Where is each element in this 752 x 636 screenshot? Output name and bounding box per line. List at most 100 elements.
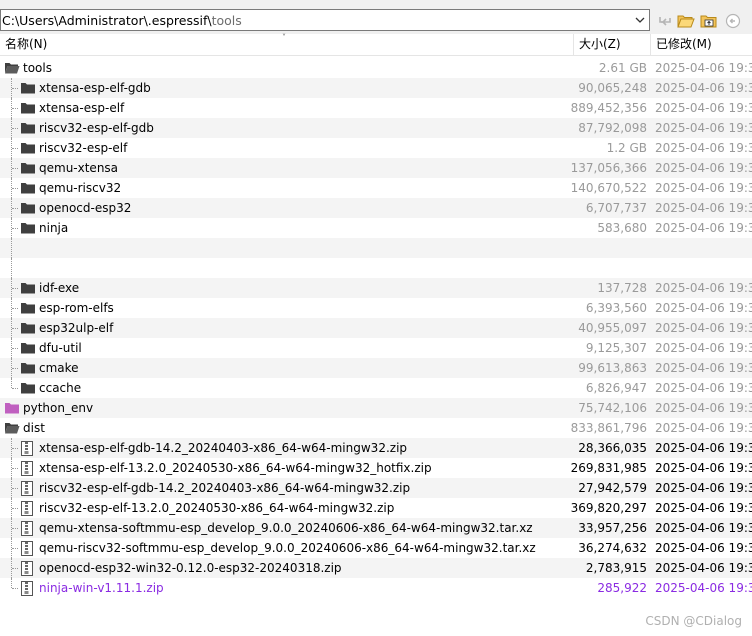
folder-row[interactable]: python_env 75,742,106 2025-04-06 19:37 xyxy=(0,398,752,418)
item-modified: 2025-04-06 19:37 xyxy=(655,221,752,235)
item-name: esp-rom-elfs xyxy=(39,301,114,315)
tree-line xyxy=(12,308,18,309)
folder-row[interactable]: esp32ulp-elf 40,955,097 2025-04-06 19:37 xyxy=(0,318,752,338)
item-name: dist xyxy=(23,421,45,435)
file-row[interactable]: riscv32-esp-elf-gdb-14.2_20240403-x86_64… xyxy=(0,478,752,498)
chevron-down-icon[interactable] xyxy=(632,11,648,29)
item-size: 269,831,985 xyxy=(570,461,647,475)
folder-icon xyxy=(20,341,35,355)
open-folder-icon xyxy=(4,61,20,75)
folder-icon xyxy=(20,381,35,395)
folder-icon xyxy=(20,221,35,235)
zip-file-icon xyxy=(20,581,34,596)
parent-folder-icon[interactable] xyxy=(699,11,719,31)
item-size: 2.61 GB xyxy=(598,61,647,75)
column-size[interactable]: 大小(Z) xyxy=(579,34,621,55)
path-input[interactable]: C:\Users\Administrator\.espressif\tools xyxy=(0,9,650,31)
item-modified: 2025-04-06 19:35 xyxy=(655,481,752,495)
tree-line xyxy=(11,238,12,258)
item-size: 75,742,106 xyxy=(578,401,647,415)
column-divider[interactable] xyxy=(573,34,574,55)
tree-line xyxy=(12,508,18,509)
path-prefix: C:\Users\Administrator\.espressif\ xyxy=(2,13,212,28)
item-modified: 2025-04-06 19:36 xyxy=(655,501,752,515)
item-size: 27,942,579 xyxy=(578,481,647,495)
tree-line xyxy=(12,168,18,169)
folder-row[interactable]: qemu-riscv32 140,670,522 2025-04-06 19:39 xyxy=(0,178,752,198)
folder-row[interactable]: riscv32-esp-elf 1.2 GB 2025-04-06 19:36 xyxy=(0,138,752,158)
item-name: python_env xyxy=(23,401,94,415)
tree-line xyxy=(12,88,18,89)
folder-row[interactable]: idf-exe 137,728 2025-04-06 19:37 xyxy=(0,278,752,298)
folder-row[interactable]: dist 833,861,796 2025-04-06 19:37 xyxy=(0,418,752,438)
folder-row[interactable]: xtensa-esp-elf-gdb 90,065,248 2025-04-06 1… xyxy=(0,78,752,98)
folder-row[interactable]: qemu-xtensa 137,056,366 2025-04-06 19:38 xyxy=(0,158,752,178)
item-size: 33,957,256 xyxy=(578,521,647,535)
file-row[interactable]: openocd-esp32-win32-0.12.0-esp32-2024031… xyxy=(0,558,752,578)
item-size: 2,783,915 xyxy=(585,561,647,575)
folder-icon xyxy=(20,281,35,295)
file-row[interactable]: qemu-xtensa-softmmu-esp_develop_9.0.0_20… xyxy=(0,518,752,538)
folder-row[interactable]: riscv32-esp-elf-gdb 87,792,098 2025-04-06 … xyxy=(0,118,752,138)
folder-icon xyxy=(20,121,35,135)
folder-icon xyxy=(20,81,35,95)
item-size: 87,792,098 xyxy=(578,121,647,135)
back-arrow-icon[interactable] xyxy=(655,11,675,31)
tree-line xyxy=(12,448,18,449)
item-name: xtensa-esp-elf-gdb-14.2_20240403-x86_64-… xyxy=(39,441,408,455)
item-name: idf-exe xyxy=(39,281,80,295)
zip-file-icon xyxy=(20,501,34,516)
zip-file-icon xyxy=(20,481,34,496)
column-divider[interactable] xyxy=(650,34,651,55)
file-row[interactable]: xtensa-esp-elf-gdb-14.2_20240403-x86_64-… xyxy=(0,438,752,458)
item-name: openocd-esp32-win32-0.12.0-esp32-2024031… xyxy=(39,561,342,575)
folder-row[interactable]: tools 2.61 GB 2025-04-06 19:39 xyxy=(0,58,752,78)
item-size: 6,707,737 xyxy=(585,201,647,215)
file-row[interactable]: riscv32-esp-elf-13.2.0_20240530-x86_64-w… xyxy=(0,498,752,518)
item-name: qemu-xtensa xyxy=(39,161,119,175)
item-size: 137,056,366 xyxy=(570,161,647,175)
item-modified: 2025-04-06 19:38 xyxy=(655,521,752,535)
history-back-icon[interactable] xyxy=(723,11,743,31)
item-modified: 2025-04-06 19:39 xyxy=(655,541,752,555)
item-modified: 2025-04-06 19:35 xyxy=(655,81,752,95)
tree-line xyxy=(12,488,18,489)
item-name: ninja-win-v1.11.1.zip xyxy=(39,581,164,595)
column-header: 名称(N) ˅ 大小(Z) 已修改(M) xyxy=(0,33,752,56)
sort-caret-icon: ˅ xyxy=(282,33,286,42)
item-name: xtensa-esp-elf-gdb xyxy=(39,81,151,95)
file-row[interactable]: qemu-riscv32-softmmu-esp_develop_9.0.0_2… xyxy=(0,538,752,558)
item-name: riscv32-esp-elf-gdb xyxy=(39,121,154,135)
open-folder-icon[interactable] xyxy=(676,11,696,31)
file-row[interactable]: ninja-win-v1.11.1.zip 285,922 2025-04-06 1… xyxy=(0,578,752,598)
item-modified: 2025-04-06 19:37 xyxy=(655,421,752,435)
item-modified: 2025-04-06 19:39 xyxy=(655,181,752,195)
folder-row[interactable]: esp-rom-elfs 6,393,560 2025-04-06 19:37 xyxy=(0,298,752,318)
tree-line xyxy=(11,378,12,388)
item-size: 90,065,248 xyxy=(578,81,647,95)
item-name: ccache xyxy=(39,381,82,395)
folder-row[interactable]: cmake 99,613,863 2025-04-06 19:37 xyxy=(0,358,752,378)
column-modified[interactable]: 已修改(M) xyxy=(656,34,712,55)
item-name: riscv32-esp-elf xyxy=(39,141,128,155)
tree-line xyxy=(11,258,12,278)
folder-row[interactable]: ninja 583,680 2025-04-06 19:37 xyxy=(0,218,752,238)
item-name: qemu-riscv32 xyxy=(39,181,122,195)
folder-row[interactable]: ccache 6,826,947 2025-04-06 19:37 xyxy=(0,378,752,398)
item-modified: 2025-04-06 19:36 xyxy=(655,141,752,155)
tree-line xyxy=(12,568,18,569)
zip-file-icon xyxy=(20,461,34,476)
folder-row[interactable]: openocd-esp32 6,707,737 2025-04-06 19:37 xyxy=(0,198,752,218)
item-modified: 2025-04-06 19:37 xyxy=(655,401,752,415)
item-size: 9,125,307 xyxy=(585,341,647,355)
item-modified: 2025-04-06 19:37 xyxy=(655,301,752,315)
folder-row[interactable]: xtensa-esp-elf 889,452,356 2025-04-06 19:3… xyxy=(0,98,752,118)
tree-line xyxy=(12,108,18,109)
folder-row[interactable]: dfu-util 9,125,307 2025-04-06 19:37 xyxy=(0,338,752,358)
file-row[interactable]: xtensa-esp-elf-13.2.0_20240530-x86_64-w6… xyxy=(0,458,752,478)
tree-line xyxy=(12,388,18,389)
item-modified: 2025-04-06 19:37 xyxy=(655,361,752,375)
item-size: 285,922 xyxy=(597,581,647,595)
column-name[interactable]: 名称(N) xyxy=(5,34,47,55)
item-name: xtensa-esp-elf xyxy=(39,101,125,115)
